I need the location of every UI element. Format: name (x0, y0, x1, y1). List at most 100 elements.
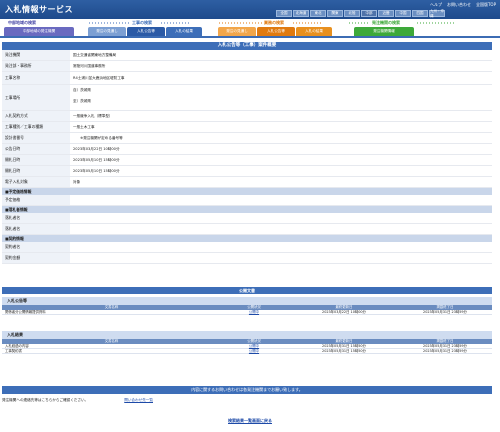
table-row: 予定価格 (2, 195, 492, 206)
region-tab[interactable]: 東北 (310, 10, 326, 17)
region-tab[interactable]: 全国 (276, 10, 292, 17)
doc-status: 公開中 (218, 349, 290, 353)
table-row: 契約者名 (2, 242, 492, 253)
field-value: 一般競争入札（標準型） (73, 113, 113, 118)
table-row: 公告日時 2023年03月22日 10時00分 (2, 144, 492, 155)
contact-notice: 内容に関するお問い合わせは各発注機関までお願い致します。 (2, 386, 492, 394)
tab-construction-notices[interactable]: 入札公告等 (127, 27, 165, 36)
tab-services-results[interactable]: 入札の結果 (296, 27, 332, 36)
table-row: 発注機関 国土交通省関東地方整備局 (2, 50, 492, 61)
table-row: 電子入札対象 対象 (2, 177, 492, 188)
doc-ends: 2023年05月31日 23時59分 (423, 310, 467, 314)
field-value (70, 242, 492, 252)
table-row: 設計書番号 ※発注機関が定める番号等 (2, 133, 492, 144)
doc-group-title: 入札公告等 (2, 297, 492, 305)
region-tab[interactable]: 中国 (395, 10, 411, 17)
table-row: 発注部・事務所 常陸河川国道事務所 (2, 61, 492, 72)
field-value (70, 224, 492, 234)
field-label: 契約金額 (2, 253, 70, 263)
menu-group-title: 業務の検索 (264, 20, 284, 25)
field-value: 常陸河川国道事務所 (73, 63, 106, 68)
field-label: 公告日時 (2, 144, 70, 154)
divider-dots (160, 22, 190, 24)
table-row: 工事名称 R4土浦川並大鹿浜地区堤防工事 (2, 72, 492, 85)
contact-row: 発注機関への連絡先等はこちらからご確認ください。 問い合わせ先一覧 (2, 396, 492, 404)
field-label: 工事種別／工事の種類 (2, 122, 70, 132)
table-row: 開札日時 2023年05月10日 15時00分 (2, 155, 492, 166)
region-tab[interactable]: 関東 (327, 10, 343, 17)
field-label: 契約者名 (2, 242, 70, 252)
menu-group-construction: 工事の検索 発注の見通し 入札公告等 入札の結果 (88, 19, 208, 37)
field-value: 国土交通省関東地方整備局 (73, 52, 117, 57)
field-value (70, 213, 492, 223)
national-top-link[interactable]: 全国版TOP (476, 2, 496, 8)
site-header: 入札情報サービス ヘルプ お問い合わせ 全国版TOP 全国 北海道 東北 関東 … (0, 0, 500, 19)
region-tab[interactable]: 北海道 (293, 10, 309, 17)
table-row: 工事契約書 公開中 2023年05月31日 15時50分 2023年05月31日… (2, 349, 492, 354)
doc-updated: 2023年05月31日 15時50分 (322, 349, 366, 353)
field-value: 2023年05月10日 15時00分 (73, 157, 120, 162)
doc-updated: 2023年05月31日 15時50分 (322, 344, 366, 348)
contact-list-link[interactable]: 問い合わせ先一覧 (124, 398, 153, 403)
divider-dots (88, 22, 130, 24)
tab-region-agencies[interactable]: 中部地域の発注機関 (4, 27, 74, 36)
field-label: 設計書番号 (2, 133, 70, 143)
page-title: 入札公告等（工事）案件概要 (2, 42, 492, 50)
tab-services-notices[interactable]: 入札公告等 (257, 27, 295, 36)
menu-group-title: 工事の検索 (132, 20, 152, 25)
doc-status-link[interactable]: 公開中 (249, 344, 259, 348)
field-value: R4土浦川並大鹿浜地区堤防工事 (73, 75, 125, 80)
tab-construction-outlook[interactable]: 発注の見通し (88, 27, 126, 36)
doc-status-link[interactable]: 公開中 (249, 349, 259, 353)
doc-status: 公開中 (218, 310, 290, 314)
field-value: ※発注機関が定める番号等 (73, 135, 123, 140)
doc-group-title: 入札結果 (2, 331, 492, 339)
published-title: 公開文書 (2, 287, 492, 294)
menu-group-agencies: 発注機関の検索 発注機関情報 (348, 19, 478, 37)
divider-dots (218, 22, 262, 24)
doc-status-link[interactable]: 公開中 (249, 310, 259, 314)
region-tab[interactable]: 中部 (361, 10, 377, 17)
back-to-results-link[interactable]: 検索結果一覧画面に戻る (0, 418, 500, 424)
region-tab[interactable]: 九州・沖縄 (429, 9, 445, 18)
field-label: 入札契約方式 (2, 111, 70, 121)
site-title: 入札情報サービス (5, 5, 73, 14)
field-label: 落札者名 (2, 224, 70, 234)
divider-dots (292, 22, 322, 24)
table-row: 入札契約方式 一般競争入札（標準型） (2, 111, 492, 122)
doc-name: 関係者分公開情報提供資料 (5, 310, 46, 314)
table-row: 落札者名 (2, 224, 492, 235)
location-from: 自）茨城県 (73, 88, 91, 92)
table-row: 工事場所 自）茨城県 至）茨城県 (2, 85, 492, 111)
menu-group-region: 中部地域の検索 中部地域の発注機関 (4, 19, 76, 37)
doc-ends: 2023年05月31日 23時59分 (423, 349, 467, 353)
table-row: 落札者名 (2, 213, 492, 224)
field-label: 落札者名 (2, 213, 70, 223)
tab-services-outlook[interactable]: 発注の見通し (218, 27, 256, 36)
contact-link[interactable]: お問い合わせ (447, 2, 471, 8)
field-value (70, 253, 492, 263)
field-label: 工事場所 (2, 85, 70, 110)
field-value: 自）茨城県 至）茨城県 (70, 85, 492, 110)
doc-ends: 2023年05月31日 23時59分 (423, 344, 467, 348)
menu-group-title: 中部地域の検索 (8, 20, 36, 25)
region-tab[interactable]: 北陸 (344, 10, 360, 17)
help-link[interactable]: ヘルプ (430, 2, 442, 8)
menu-underline (0, 36, 500, 38)
menu-bar: 中部地域の検索 中部地域の発注機関 工事の検索 発注の見通し 入札公告等 入札の… (0, 19, 500, 37)
divider-dots (348, 22, 370, 24)
region-tab[interactable]: 四国 (412, 10, 428, 17)
field-value: 2023年03月22日 10時00分 (73, 146, 120, 151)
doc-updated: 2023年03月22日 10時00分 (322, 310, 366, 314)
field-label: 発注部・事務所 (2, 61, 70, 71)
doc-name: 工事契約書 (5, 349, 22, 353)
section-header: ■落札者情報 (2, 206, 492, 213)
doc-name: 入札経過の内容 (5, 344, 29, 348)
region-tab[interactable]: 近畿 (378, 10, 394, 17)
tab-agency-info[interactable]: 発注機関情報 (354, 27, 414, 36)
field-value (70, 195, 492, 205)
field-label: 電子入札対象 (2, 177, 70, 187)
menu-group-title: 発注機関の検索 (372, 20, 400, 25)
tab-construction-results[interactable]: 入札の結果 (166, 27, 202, 36)
doc-status: 公開中 (218, 344, 290, 348)
